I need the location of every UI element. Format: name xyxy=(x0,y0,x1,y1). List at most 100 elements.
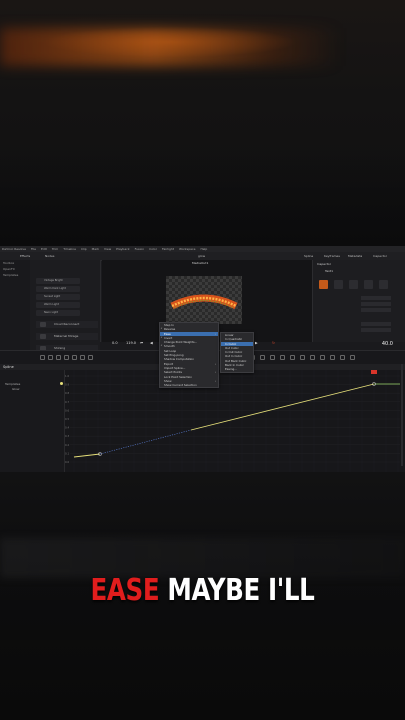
tool-icon[interactable] xyxy=(310,355,315,360)
menu-workspace[interactable]: Workspace xyxy=(179,247,195,251)
inspector-node-name: Text1 xyxy=(325,269,333,273)
playhead-marker xyxy=(371,370,377,374)
y-tick-label: 0.2 xyxy=(65,443,69,447)
effects-panel: Toolbox OpenFX Templates Vintage Bright … xyxy=(0,260,101,362)
menu-trim[interactable]: Trim xyxy=(52,247,58,251)
toolbar-keyframes[interactable]: Keyframes xyxy=(324,254,340,258)
tool-icon[interactable] xyxy=(290,355,295,360)
tool-icon[interactable] xyxy=(340,355,345,360)
menu-timeline[interactable]: Timeline xyxy=(63,247,76,251)
effect-item[interactable]: Sunset Light xyxy=(36,294,80,300)
play-reverse-icon[interactable]: ◀ xyxy=(150,341,153,345)
caption-text: MAYBE I'LL xyxy=(167,573,315,608)
inspector-row xyxy=(321,302,401,306)
toolbar-nodes[interactable]: Nodes xyxy=(45,254,54,258)
blurred-toolbar-band xyxy=(0,538,405,578)
tab-transform[interactable] xyxy=(349,280,358,289)
effect-item[interactable]: Warm Dark Light xyxy=(36,286,80,292)
tool-icon[interactable] xyxy=(280,355,285,360)
y-tick-label: 0.4 xyxy=(65,426,69,430)
spline-graph[interactable]: 1.0 0.9 0.8 0.7 0.6 0.5 0.4 0.3 0.2 0.1 0.0 xyxy=(64,370,405,472)
frame-end[interactable]: 119.0 xyxy=(126,341,136,345)
inspector-field[interactable] xyxy=(361,302,391,306)
tool-icon[interactable] xyxy=(72,355,77,360)
inspector-field[interactable] xyxy=(361,296,391,300)
menu-color[interactable]: Color xyxy=(149,247,157,251)
tool-icon[interactable] xyxy=(80,355,85,360)
inspector-row xyxy=(321,322,401,326)
context-menu: Step InReverseEaseInvertChange Point Wei… xyxy=(159,322,219,389)
vertical-scrollbar[interactable] xyxy=(401,364,403,466)
tab-text[interactable] xyxy=(319,280,328,289)
curve-main-segment xyxy=(190,383,375,431)
glowing-text-arc xyxy=(170,294,238,310)
menu-file[interactable]: File xyxy=(31,247,36,251)
menu-view[interactable]: View xyxy=(104,247,111,251)
inspector-field[interactable] xyxy=(361,308,391,312)
menu-fusion[interactable]: Fusion xyxy=(135,247,145,251)
y-tick-label: 0.1 xyxy=(65,451,69,455)
inspector-row xyxy=(321,308,401,312)
app-title: glow xyxy=(198,254,206,258)
spline-title: Spline xyxy=(3,365,14,369)
y-tick-label: 1.0 xyxy=(65,374,69,378)
inspector-title: Inspector xyxy=(317,262,331,266)
loop-icon[interactable]: ↻ xyxy=(272,341,275,345)
toolbar-spline[interactable]: Spline xyxy=(304,254,313,258)
inspector-tabs xyxy=(319,280,388,289)
toolbar-inspector[interactable]: Inspector xyxy=(373,254,387,258)
curve-start-segment xyxy=(73,453,101,458)
ease-submenu-item[interactable]: Easing... xyxy=(221,367,253,371)
toolbar-effects[interactable]: Effects xyxy=(20,254,30,258)
tool-icon[interactable] xyxy=(64,355,69,360)
menu-playback[interactable]: Playback xyxy=(116,247,129,251)
y-tick-label: 0.0 xyxy=(65,460,69,464)
tab-settings[interactable] xyxy=(379,280,388,289)
effect-template-item[interactable]: Cloud Reconnect xyxy=(36,321,98,328)
tab-shading[interactable] xyxy=(364,280,373,289)
tab-layout[interactable] xyxy=(334,280,343,289)
tree-item-glow[interactable]: Glow xyxy=(12,387,19,391)
menu-help[interactable]: Help xyxy=(200,247,207,251)
tool-icon[interactable] xyxy=(48,355,53,360)
blurred-orange-strip xyxy=(0,28,340,66)
skip-back-icon[interactable]: ⏮ xyxy=(140,341,143,345)
tool-icon[interactable] xyxy=(330,355,335,360)
menu-edit[interactable]: Edit xyxy=(41,247,47,251)
tool-icon[interactable] xyxy=(40,355,45,360)
tool-icon[interactable] xyxy=(270,355,275,360)
y-tick-label: 0.8 xyxy=(65,391,69,395)
inspector-field[interactable] xyxy=(361,322,391,326)
tool-icon[interactable] xyxy=(260,355,265,360)
tool-icon[interactable] xyxy=(320,355,325,360)
tool-icon[interactable] xyxy=(88,355,93,360)
effect-item[interactable]: Vintage Bright xyxy=(36,278,80,284)
ease-submenu: Linear In Quadratic In Cubic Out Cubic In Ou… xyxy=(220,332,254,373)
tool-icon[interactable] xyxy=(300,355,305,360)
play-icon[interactable]: ▶ xyxy=(255,341,258,345)
effect-template-item[interactable]: Maternal Mirage xyxy=(36,333,98,340)
effects-sidebar-templates[interactable]: Templates xyxy=(0,272,30,278)
effect-item[interactable]: Neon Light xyxy=(36,310,80,316)
menu-mark[interactable]: Mark xyxy=(92,247,99,251)
tree-item-templates[interactable]: Templates xyxy=(5,382,20,386)
menu-clip[interactable]: Clip xyxy=(81,247,87,251)
video-caption: EASE MAYBE I'LL xyxy=(36,573,368,608)
frame-start[interactable]: 0.0 xyxy=(112,341,118,345)
toolbar-metadata[interactable]: Metadata xyxy=(348,254,362,258)
inspector-field[interactable] xyxy=(361,328,391,332)
context-menu-item[interactable]: Show Current Selection xyxy=(160,383,218,387)
menu-fairlight[interactable]: Fairlight xyxy=(162,247,174,251)
caption-highlight-word: EASE xyxy=(90,573,160,608)
effects-sidebar: Toolbox OpenFX Templates xyxy=(0,260,30,362)
tool-icon[interactable] xyxy=(56,355,61,360)
effect-item[interactable]: Warm Light xyxy=(36,302,80,308)
spline-color-dot xyxy=(60,382,63,385)
y-tick-label: 0.3 xyxy=(65,434,69,438)
tool-icon[interactable] xyxy=(350,355,355,360)
current-time[interactable]: 40.0 xyxy=(382,341,393,347)
spline-tree: Templates Glow xyxy=(0,370,65,472)
y-tick-label: 0.6 xyxy=(65,408,69,412)
y-tick-label: 0.9 xyxy=(65,383,69,387)
menu-app[interactable]: DaVinci Resolve xyxy=(2,247,26,251)
